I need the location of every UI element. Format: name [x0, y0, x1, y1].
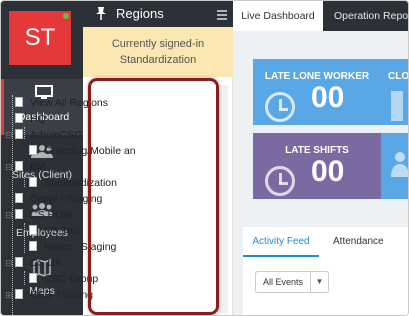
document-icon — [15, 113, 23, 123]
tab-attendance[interactable]: Attendance — [333, 227, 384, 257]
activity-panel: Activity Feed Attendance All Events ▼ — [243, 227, 408, 315]
document-icon — [15, 193, 23, 203]
dashboard-main: Live Dashboard Operation Report LATE LON… — [233, 1, 409, 315]
document-icon — [29, 145, 37, 155]
tree-node-label: CS UK — [30, 257, 63, 269]
regions-header: Regions — [83, 1, 233, 27]
expand-icon[interactable]: ⊟ — [5, 127, 13, 143]
expand-icon[interactable]: ⊞ — [5, 287, 13, 303]
event-filter-select[interactable]: All Events ▼ — [255, 271, 329, 293]
document-icon — [15, 289, 23, 299]
tree-node-admincsg[interactable]: ⊟ AdminCSG — [5, 127, 83, 143]
tree-node-label: AdminCSG — [30, 129, 83, 141]
tree-scrollbar[interactable] — [219, 85, 228, 313]
document-icon — [29, 177, 37, 187]
tree-node-label: BM — [30, 161, 46, 173]
logo[interactable]: ST — [9, 11, 71, 65]
document-icon — [15, 257, 23, 267]
signed-in-banner: Currently signed-in Standardization — [83, 27, 233, 77]
tree-node-csg-training[interactable]: ⊞ CSG Training — [5, 287, 94, 303]
document-icon — [15, 161, 23, 171]
card-clo[interactable]: CLO — [381, 59, 409, 125]
tree-connector — [24, 223, 25, 253]
expand-icon[interactable]: ⊟ — [5, 255, 13, 271]
tree-node-cs-row[interactable]: ⊟ CS ROW — [5, 207, 74, 223]
tree-node-bm[interactable]: ⊟ BM — [5, 159, 46, 175]
person-icon — [391, 152, 408, 177]
tree-node-hq[interactable]: HQ — [15, 111, 46, 127]
document-icon — [15, 209, 23, 219]
logo-initials: ST — [24, 24, 56, 51]
chevron-down-icon: ▼ — [310, 272, 328, 292]
tab-live-dashboard[interactable]: Live Dashboard — [233, 1, 323, 31]
tree-node-cs-uk[interactable]: ⊟ CS UK — [5, 255, 63, 271]
document-icon — [29, 273, 37, 283]
signed-in-region: Standardization — [119, 54, 197, 66]
expand-icon[interactable]: ⊟ — [5, 159, 13, 175]
signed-in-caption: Currently signed-in — [111, 38, 205, 50]
tree-connector — [24, 175, 25, 187]
tree-node-cs-test[interactable]: CS Test — [29, 223, 81, 239]
document-icon — [29, 225, 37, 235]
app-window: ST Dashboard Sites (Client) Employees Ma… — [0, 0, 409, 316]
status-dot-icon — [63, 13, 69, 19]
document-icon — [29, 241, 37, 251]
card-icon — [391, 91, 403, 121]
tree-node-label: CS Test — [44, 225, 81, 237]
pin-icon — [95, 6, 107, 23]
regions-title: Regions — [116, 6, 164, 21]
clock-icon — [265, 92, 295, 122]
tree-connector — [24, 271, 25, 285]
document-icon — [15, 129, 23, 139]
dashboard-tabs: Live Dashboard Operation Report — [233, 1, 408, 31]
list-menu-icon[interactable] — [217, 8, 227, 23]
expand-icon[interactable]: ⊟ — [5, 207, 13, 223]
tab-operation-report[interactable]: Operation Report — [334, 1, 408, 31]
card-partial[interactable] — [381, 133, 408, 199]
card-late-lone-worker[interactable]: LATE LONE WORKER 00 — [253, 59, 381, 125]
clock-icon — [265, 166, 295, 196]
highlight-annotation — [88, 78, 219, 315]
document-icon — [15, 97, 23, 107]
card-value: 00 — [311, 155, 345, 188]
card-value: 00 — [311, 81, 345, 114]
tree-node-label: CS ROW — [30, 209, 74, 221]
tab-activity-feed[interactable]: Activity Feed — [243, 227, 319, 257]
card-title: CLO — [388, 71, 409, 82]
event-filter-value: All Events — [263, 277, 304, 287]
tree-node-label: CSG Training — [30, 289, 94, 301]
card-late-shifts[interactable]: LATE SHIFTS 00 — [253, 133, 381, 199]
tree-node-label: HQ — [30, 113, 46, 125]
